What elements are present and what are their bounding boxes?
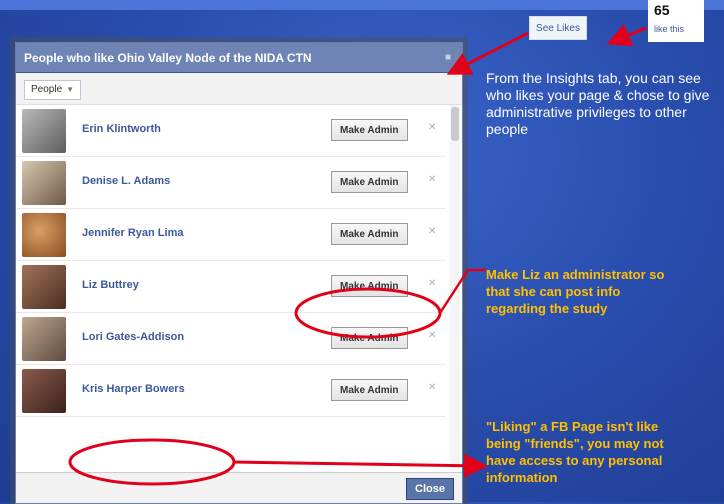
- annotation-overlay: [68, 24, 647, 486]
- highlight-oval-name: [68, 438, 236, 486]
- arrow-to-dialog: [446, 31, 529, 75]
- arrow-to-admin-note: [438, 268, 486, 314]
- arrow-to-likes: [606, 24, 647, 47]
- highlight-oval-admin: [294, 287, 442, 339]
- arrow-to-friends-note: [233, 453, 488, 478]
